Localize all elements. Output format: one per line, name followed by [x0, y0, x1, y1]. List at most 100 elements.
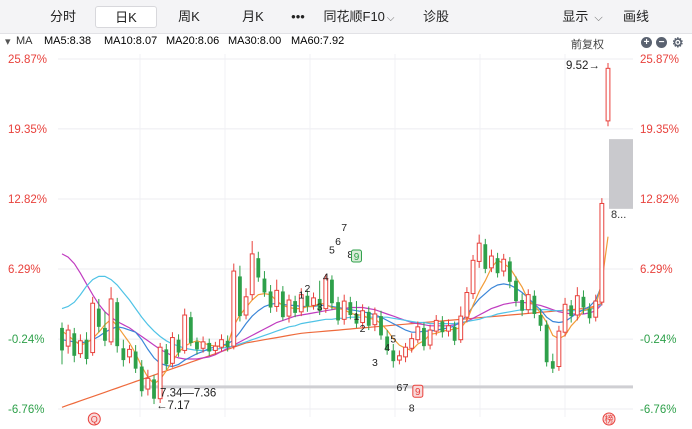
ma30-value: MA30:8.00	[228, 35, 282, 47]
candle-body-up	[182, 314, 188, 351]
candle-body-up	[489, 255, 494, 269]
bottom-badge-right-text: 榜	[604, 414, 613, 425]
indicator-name[interactable]: MA	[16, 35, 33, 47]
sequence-digit: 2	[304, 283, 310, 295]
candle-body-down	[238, 276, 242, 317]
candle-body-down	[121, 348, 126, 361]
candle-body-down	[520, 300, 525, 311]
y-tick-label-left: -6.76%	[8, 404, 44, 416]
high-price-label: 9.52→	[566, 60, 600, 72]
draw-line-button[interactable]: 画线	[614, 6, 658, 28]
tab-monthly-k-label: 月K	[242, 9, 264, 24]
candle-body-up	[65, 329, 71, 347]
candle-body-up	[446, 325, 451, 332]
candle-body-down	[164, 349, 169, 365]
candle-body-up	[433, 319, 439, 332]
candle-body-up	[372, 313, 378, 326]
candle-body-down	[225, 340, 230, 348]
candle-body-up	[249, 253, 255, 296]
candle-body-up	[605, 67, 611, 122]
candle-body-down	[379, 316, 383, 336]
candle-body-down	[330, 279, 334, 304]
candle-body-down	[84, 339, 89, 360]
sequence-digit: 8	[409, 402, 415, 414]
more-periods-button[interactable]: •••	[284, 6, 312, 28]
candle-body-up	[78, 340, 83, 355]
candle-body-up	[403, 346, 408, 358]
candle-body-up	[127, 348, 132, 358]
candle-body-down	[581, 296, 586, 308]
y-tick-label-right: 12.82%	[640, 194, 679, 206]
y-tick-label-left: 19.35%	[8, 124, 47, 136]
zoom-in-icon[interactable]: +	[641, 37, 652, 48]
candle-body-down	[422, 327, 426, 347]
candle-body-up	[108, 298, 114, 343]
candle-body-up	[274, 289, 280, 307]
candle-body-up	[593, 300, 599, 318]
tab-diagnosis[interactable]: 诊股	[412, 6, 460, 28]
candle-body-up	[360, 310, 366, 324]
candle-body-up	[397, 355, 402, 361]
candle-body-up	[341, 300, 347, 320]
y-tick-label-right: 6.29%	[640, 264, 673, 276]
ma60-value: MA60:7.92	[291, 35, 345, 47]
tab-intraday[interactable]: 分时	[43, 6, 83, 28]
tab-daily-k[interactable]: 日K	[95, 6, 157, 28]
y-tick-label-left: -0.24%	[8, 334, 44, 346]
gear-icon[interactable]: ⚙	[672, 36, 684, 49]
candle-body-down	[532, 295, 537, 314]
candle-body-down	[587, 308, 592, 319]
chevron-down-icon: ⌵	[386, 13, 395, 24]
zoom-out-icon[interactable]: −	[656, 37, 667, 48]
collapse-triangle-icon[interactable]: ▾	[5, 35, 11, 48]
period-tab-bar: 分时 日K 周K 月K ••• 同花顺F10 ⌵ 诊股 显示 ⌵ 画线	[0, 0, 692, 34]
candle-body-down	[483, 244, 488, 269]
candle-body-up	[286, 299, 292, 317]
candle-body-down	[133, 351, 138, 369]
candle-body-down	[440, 321, 445, 333]
candle-body-up	[311, 297, 316, 306]
candle-body-up	[243, 296, 249, 316]
f10-menu[interactable]: 同花顺F10 ⌵	[316, 6, 402, 28]
candle-body-up	[409, 338, 415, 349]
candle-body-down	[188, 317, 193, 343]
candle-body-up	[470, 259, 476, 295]
candle-body-down	[60, 327, 64, 351]
candle-body-down	[569, 305, 574, 317]
tab-weekly-k[interactable]: 周K	[164, 6, 214, 28]
candle-body-down	[452, 326, 457, 341]
y-tick-label-right: -6.76%	[640, 404, 676, 416]
sequence-digit: 4	[384, 342, 390, 354]
candlestick-chart[interactable]: 25.87% 19.35% 12.82% 6.29% -0.24% -6.76% 25.8…	[0, 50, 692, 429]
candle-body-up	[501, 258, 507, 272]
candle-body-down	[96, 308, 101, 327]
display-menu[interactable]: 显示 ⌵	[555, 6, 610, 28]
tab-daily-k-label: 日K	[115, 10, 137, 25]
candle-body-down	[152, 379, 156, 399]
indicator-bar: ▾ MA MA5:8.38 MA10:8.07 MA20:8.06 MA30:8…	[0, 34, 692, 51]
more-dots-icon: •••	[291, 9, 305, 24]
low-range-label: 7.34—7.36	[160, 387, 216, 399]
candle-body-down	[176, 339, 181, 353]
tab-weekly-k-label: 周K	[178, 9, 200, 24]
candle-body-up	[219, 339, 224, 348]
candle-body-down	[544, 324, 549, 363]
price-flag-box	[609, 139, 633, 209]
candle-body-up	[574, 295, 580, 316]
candle-body-up	[476, 242, 482, 262]
candle-body-up	[90, 302, 96, 354]
y-tick-label-right: -0.24%	[640, 334, 676, 346]
candle-body-up	[562, 303, 568, 333]
moving-average-lines	[61, 236, 609, 408]
candle-body-up	[212, 345, 218, 351]
number-badge-green-text: 9	[354, 252, 360, 263]
candle-body-down	[256, 258, 261, 278]
tab-monthly-k[interactable]: 月K	[228, 6, 278, 28]
sequence-digit: 7	[341, 222, 347, 234]
y-axis-left: 25.87% 19.35% 12.82% 6.29% -0.24% -6.76%	[8, 54, 47, 416]
candle-body-up	[231, 270, 237, 347]
y-tick-label-left: 12.82%	[8, 194, 47, 206]
ma20-value: MA20:8.06	[166, 35, 220, 47]
sequence-digit: 1	[354, 311, 360, 323]
f10-label: 同花顺F10	[323, 9, 385, 24]
